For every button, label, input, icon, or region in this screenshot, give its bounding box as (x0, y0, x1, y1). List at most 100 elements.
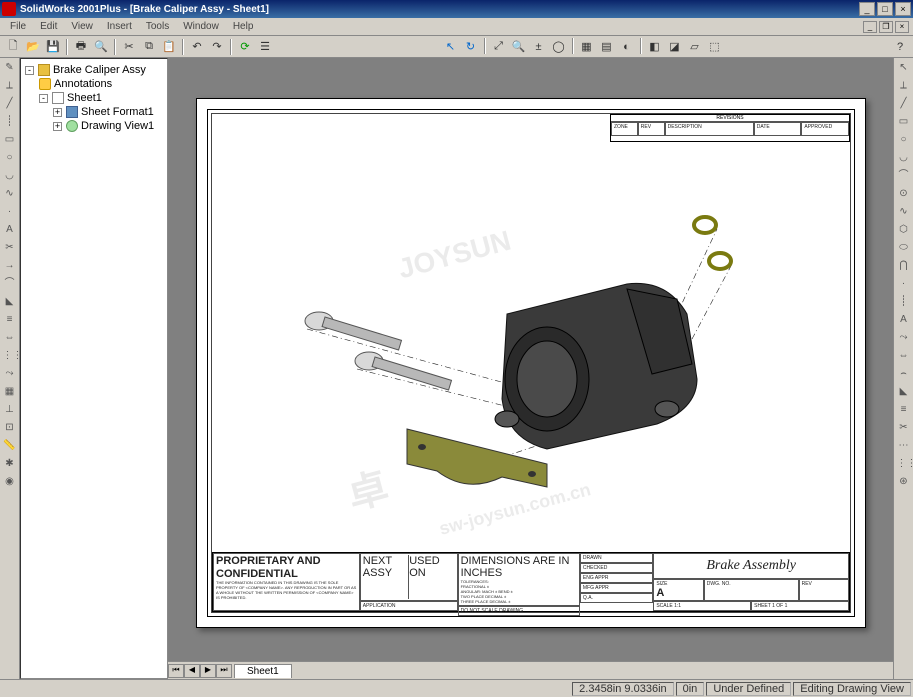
ellipse-icon[interactable]: ⬭ (896, 240, 912, 256)
drawing-canvas[interactable]: REVISIONS ZONE REV DESCRIPTION DATE APPR… (168, 58, 893, 661)
sketch-chamfer-icon[interactable]: ◣ (896, 384, 912, 400)
circle-tool-icon[interactable]: ○ (896, 132, 912, 148)
rectangle-tool-icon[interactable]: ▭ (896, 114, 912, 130)
menu-edit[interactable]: Edit (34, 20, 63, 33)
hidden-lines-icon[interactable]: ▤ (598, 38, 616, 56)
minimize-button[interactable]: _ (859, 2, 875, 16)
tree-sheet-format[interactable]: + Sheet Format1 (53, 105, 163, 119)
convert-entities-icon[interactable]: ⤳ (896, 330, 912, 346)
sheet-tab[interactable]: Sheet1 (234, 664, 292, 678)
text-tool-icon[interactable]: A (896, 312, 912, 328)
zoom-fit-icon[interactable]: ⤢ (490, 38, 508, 56)
new-icon[interactable]: 🗋 (4, 38, 22, 56)
section-view-icon[interactable]: ◧ (646, 38, 664, 56)
doc-close-button[interactable]: × (895, 21, 909, 33)
chamfer-icon[interactable]: ◣ (2, 294, 18, 310)
zoom-area-icon[interactable]: 🔍 (510, 38, 528, 56)
linear-pattern-icon[interactable]: ⋮⋮ (896, 456, 912, 472)
menu-bar: File Edit View Insert Tools Window Help … (0, 18, 913, 36)
point-icon[interactable]: · (2, 204, 18, 220)
spline-tool-icon[interactable]: ∿ (896, 204, 912, 220)
shaded-icon[interactable]: ◐ (618, 38, 636, 56)
tree-root[interactable]: - Brake Caliper Assy (25, 63, 163, 77)
tab-last-icon[interactable]: ⏭ (216, 664, 232, 678)
select-icon[interactable]: ↖ (442, 38, 460, 56)
menu-view[interactable]: View (65, 20, 99, 33)
menu-help[interactable]: Help (227, 20, 260, 33)
menu-window[interactable]: Window (177, 20, 225, 33)
undo-icon[interactable]: ↶ (188, 38, 206, 56)
menu-file[interactable]: File (4, 20, 32, 33)
dimension-icon[interactable]: ⟂ (2, 78, 18, 94)
view-orientation-icon[interactable]: ⬚ (706, 38, 724, 56)
tab-first-icon[interactable]: ⏮ (168, 664, 184, 678)
open-icon[interactable]: 📂 (24, 38, 42, 56)
point-tool-icon[interactable]: · (896, 276, 912, 292)
convert-icon[interactable]: ⤳ (2, 366, 18, 382)
select-tool-icon[interactable]: ↖ (896, 60, 912, 76)
extend-icon[interactable]: → (2, 258, 18, 274)
paste-icon[interactable]: 📋 (160, 38, 178, 56)
copy-icon[interactable]: ⧉ (140, 38, 158, 56)
doc-minimize-button[interactable]: _ (863, 21, 877, 33)
origin-icon[interactable]: ✱ (2, 456, 18, 472)
doc-restore-button[interactable]: ❐ (879, 21, 893, 33)
shadow-icon[interactable]: ◪ (666, 38, 684, 56)
mirror-entities-icon[interactable]: ⇔ (896, 348, 912, 364)
centerline-tool-icon[interactable]: ┊ (896, 294, 912, 310)
3point-arc-icon[interactable]: ⊙ (896, 186, 912, 202)
options-icon[interactable]: ☰ (256, 38, 274, 56)
line-tool-icon[interactable]: ╱ (896, 96, 912, 112)
line-icon[interactable]: ╱ (2, 96, 18, 112)
rectangle-icon[interactable]: ▭ (2, 132, 18, 148)
smart-dimension-icon[interactable]: ⟂ (896, 78, 912, 94)
menu-tools[interactable]: Tools (140, 20, 175, 33)
fillet-icon[interactable]: ⌒ (2, 276, 18, 292)
print-icon[interactable]: 🖶 (72, 38, 90, 56)
zoom-in-out-icon[interactable]: ± (530, 38, 548, 56)
construction-geometry-icon[interactable]: ⋯ (896, 438, 912, 454)
cut-icon[interactable]: ✂ (120, 38, 138, 56)
mirror-icon[interactable]: ⇔ (2, 330, 18, 346)
tree-annotations[interactable]: Annotations (39, 77, 163, 91)
offset-icon[interactable]: ≡ (2, 312, 18, 328)
grid-icon[interactable]: ▦ (2, 384, 18, 400)
polygon-icon[interactable]: ⬡ (896, 222, 912, 238)
centerline-icon[interactable]: ┊ (2, 114, 18, 130)
menu-insert[interactable]: Insert (101, 20, 138, 33)
print-preview-icon[interactable]: 🔍 (92, 38, 110, 56)
rotate-view-icon[interactable]: ↻ (462, 38, 480, 56)
measure-icon[interactable]: 📏 (2, 438, 18, 454)
constraint-icon[interactable]: ⊡ (2, 420, 18, 436)
tab-prev-icon[interactable]: ◀ (184, 664, 200, 678)
save-icon[interactable]: 💾 (44, 38, 62, 56)
trim-entities-icon[interactable]: ✂ (896, 420, 912, 436)
maximize-button[interactable]: □ (877, 2, 893, 16)
perspective-icon[interactable]: ▱ (686, 38, 704, 56)
arc-icon[interactable]: ◡ (2, 168, 18, 184)
pattern-icon[interactable]: ⋮⋮ (2, 348, 18, 364)
tree-drawing-view[interactable]: + Drawing View1 (53, 119, 163, 133)
redo-icon[interactable]: ↷ (208, 38, 226, 56)
help-icon[interactable]: ? (891, 38, 909, 56)
wireframe-icon[interactable]: ▦ (578, 38, 596, 56)
sketch-icon[interactable]: ✎ (2, 60, 18, 76)
zoom-selection-icon[interactable]: ◯ (550, 38, 568, 56)
spline-icon[interactable]: ∿ (2, 186, 18, 202)
tangent-arc-icon[interactable]: ⌒ (896, 168, 912, 184)
tab-next-icon[interactable]: ▶ (200, 664, 216, 678)
text-icon[interactable]: A (2, 222, 18, 238)
sketch-fillet-icon[interactable]: ⌢ (896, 366, 912, 382)
title-block: PROPRIETARY AND CONFIDENTIAL THE INFORMA… (212, 552, 850, 612)
circular-pattern-icon[interactable]: ⊛ (896, 474, 912, 490)
parabola-icon[interactable]: ⋂ (896, 258, 912, 274)
circle-icon[interactable]: ○ (2, 150, 18, 166)
rebuild-icon[interactable]: ⟳ (236, 38, 254, 56)
trim-icon[interactable]: ✂ (2, 240, 18, 256)
tree-sheet[interactable]: - Sheet1 (39, 91, 163, 105)
relation-icon[interactable]: ⊥ (2, 402, 18, 418)
close-button[interactable]: × (895, 2, 911, 16)
offset-entities-icon[interactable]: ≡ (896, 402, 912, 418)
hide-show-icon[interactable]: ◉ (2, 474, 18, 490)
centerpoint-arc-icon[interactable]: ◡ (896, 150, 912, 166)
